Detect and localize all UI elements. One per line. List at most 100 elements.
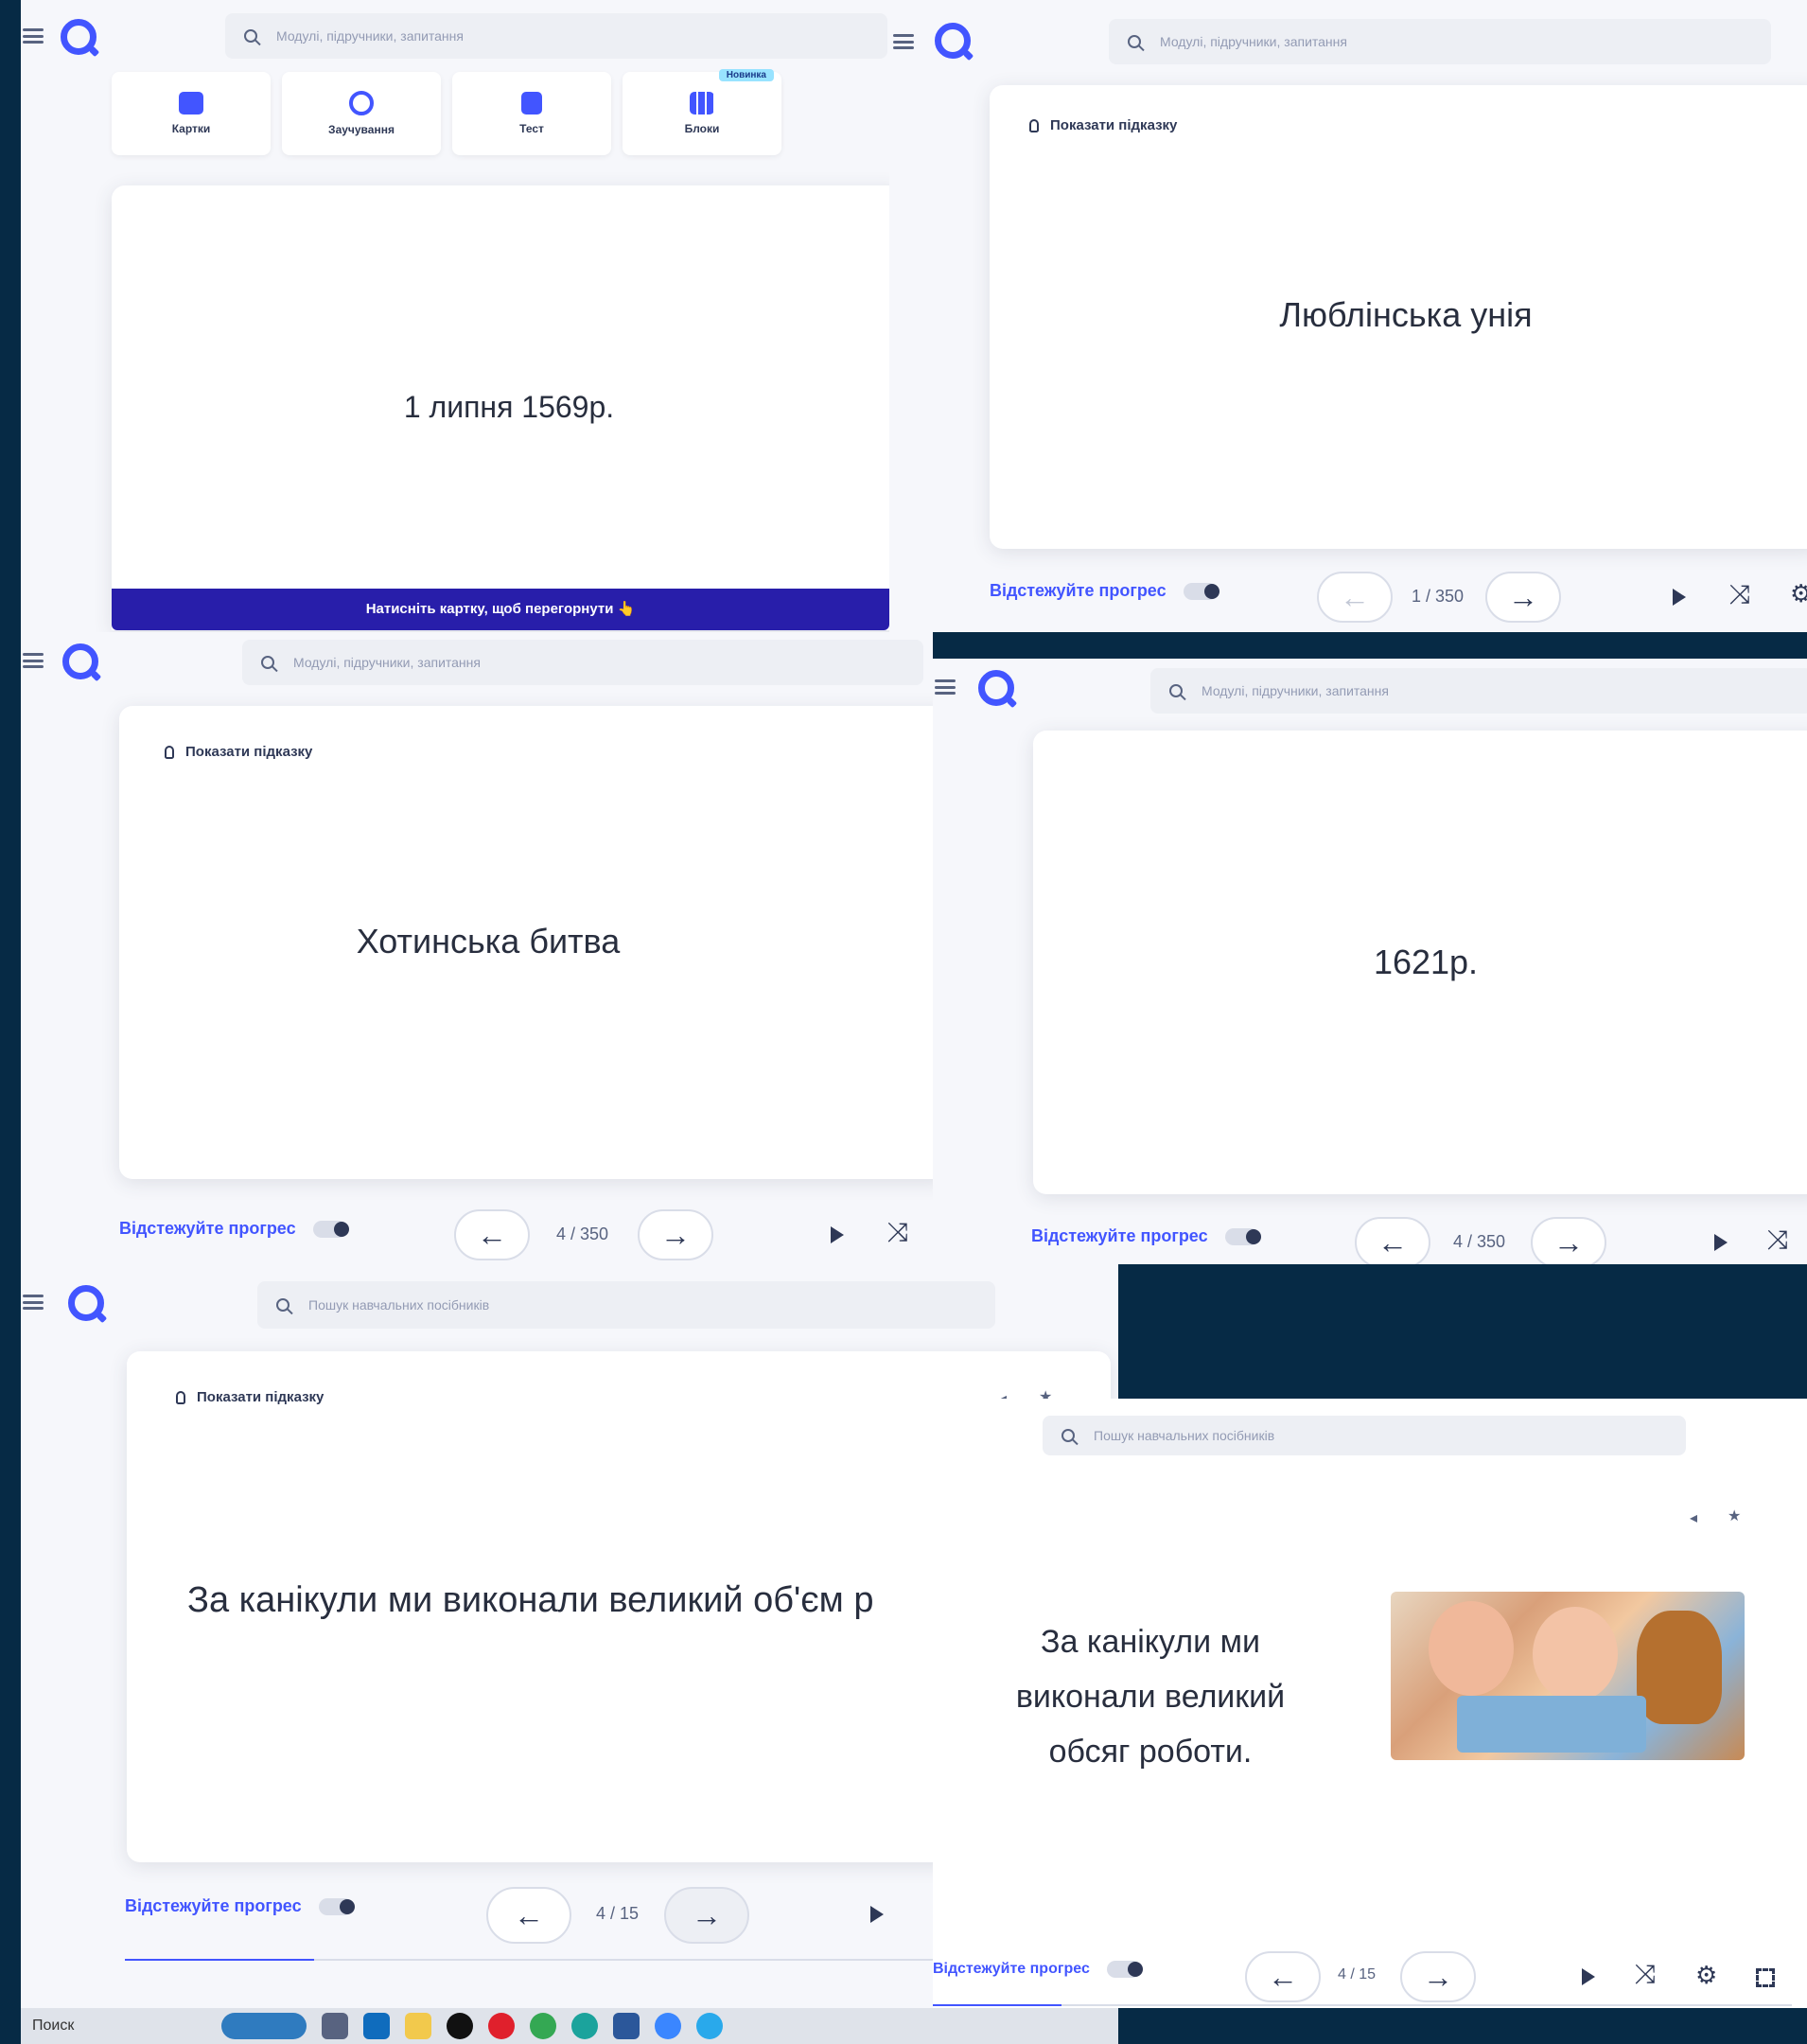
card-counter: 4 / 15 — [596, 1904, 640, 1923]
search-input[interactable] — [291, 654, 825, 671]
child-face-right — [1533, 1607, 1618, 1701]
outlook-icon[interactable] — [363, 2013, 390, 2039]
opera-icon[interactable] — [488, 2013, 515, 2039]
shuffle-icon[interactable]: ⤨ — [1635, 1959, 1656, 1990]
previous-button[interactable]: ← — [1317, 572, 1393, 623]
menu-icon[interactable] — [23, 1295, 44, 1310]
logo-icon[interactable] — [61, 19, 96, 55]
gear-icon[interactable]: ⚙ — [1790, 579, 1807, 608]
logo-icon[interactable] — [68, 1285, 104, 1321]
search-bar[interactable] — [1109, 19, 1771, 64]
logo-icon[interactable] — [935, 23, 971, 59]
search-bar[interactable] — [257, 1281, 995, 1329]
search-input[interactable] — [307, 1296, 886, 1313]
track-progress-label: Відстежуйте прогрес — [125, 1896, 302, 1915]
card-counter: 4 / 350 — [1453, 1232, 1506, 1251]
track-progress-toggle[interactable]: Відстежуйте прогрес — [1031, 1226, 1261, 1246]
shuffle-icon[interactable]: ⤨ — [887, 1217, 908, 1248]
card-term: 1 липня 1569р. — [403, 390, 615, 424]
fullscreen-icon[interactable] — [1756, 1968, 1775, 1987]
flashcard[interactable]: 1621р. — [1033, 731, 1807, 1194]
show-hint-button[interactable]: Показати підказку — [176, 1389, 324, 1405]
flashcard[interactable]: Показати підказку ◂ Люблінська унія — [990, 85, 1807, 549]
mode-flashcards[interactable]: Картки — [112, 72, 271, 155]
toggle-switch[interactable] — [312, 1220, 349, 1238]
card-term: 1621р. — [1373, 943, 1479, 981]
search-input[interactable] — [274, 27, 793, 44]
toggle-switch[interactable] — [1106, 1961, 1143, 1978]
flip-banner[interactable]: Натисніть картку, щоб перегорнути 👆 — [112, 589, 889, 630]
play-icon[interactable] — [831, 1226, 844, 1243]
file-explorer-icon[interactable] — [405, 2013, 431, 2039]
search-bar[interactable] — [1043, 1416, 1686, 1455]
taskbar-search[interactable]: Поиск — [21, 2018, 221, 2035]
task-view-icon[interactable] — [322, 2013, 348, 2039]
track-progress-toggle[interactable]: Відстежуйте прогрес — [125, 1896, 355, 1916]
flashcard[interactable]: ◂ 1 липня 1569р. — [112, 185, 889, 630]
book-figure — [1457, 1696, 1646, 1753]
word-icon[interactable] — [613, 2013, 640, 2039]
mode-learn[interactable]: Заучування — [282, 72, 441, 155]
menu-icon[interactable] — [893, 34, 914, 49]
app-icon[interactable] — [655, 2013, 681, 2039]
search-bar[interactable] — [242, 640, 923, 685]
panel-flashcard-4: 1621р. Відстежуйте прогрес ← 4 / 350 → ⤨ — [933, 659, 1807, 1264]
search-bar[interactable] — [1150, 668, 1807, 714]
previous-button[interactable]: ← — [1355, 1217, 1430, 1264]
card-term: За канікули ми виконали великий обсяг ро… — [1015, 1624, 1286, 1770]
play-icon[interactable] — [1714, 1234, 1728, 1251]
search-input[interactable] — [1200, 682, 1718, 699]
play-icon[interactable] — [1673, 589, 1686, 606]
logo-icon[interactable] — [978, 670, 1014, 706]
next-button[interactable]: → — [638, 1209, 713, 1260]
mode-test[interactable]: Тест — [452, 72, 611, 155]
next-button[interactable]: → — [1400, 1951, 1476, 2002]
widgets-icon[interactable] — [221, 2013, 307, 2039]
show-hint-button[interactable]: Показати підказку — [1029, 117, 1177, 133]
toggle-switch[interactable] — [1183, 582, 1219, 600]
search-input[interactable] — [1158, 33, 1676, 50]
flashcard[interactable]: ◂ ★ За канікули ми виконали великий обся… — [933, 1472, 1792, 1936]
track-progress-toggle[interactable]: Відстежуйте прогрес — [990, 581, 1219, 601]
play-icon[interactable] — [1582, 1968, 1595, 1985]
flashcard[interactable]: Показати підказку Хотинська битва — [119, 706, 933, 1179]
tiktok-icon[interactable] — [447, 2013, 473, 2039]
toggle-switch[interactable] — [1224, 1227, 1261, 1245]
previous-button[interactable]: ← — [454, 1209, 530, 1260]
study-controls: Відстежуйте прогрес ← 4 / 350 → ⤨ — [21, 1202, 933, 1264]
shuffle-icon[interactable]: ⤨ — [1729, 579, 1750, 610]
menu-icon[interactable] — [23, 653, 44, 668]
telegram-icon[interactable] — [696, 2013, 723, 2039]
study-controls: Відстежуйте прогрес ← 1 / 350 → ⤨ ⚙ — [889, 564, 1807, 630]
menu-icon[interactable] — [935, 679, 956, 695]
track-progress-toggle[interactable]: Відстежуйте прогрес — [933, 1961, 1143, 1978]
star-icon[interactable]: ★ — [1728, 1507, 1741, 1525]
sound-icon[interactable]: ◂ — [1690, 1508, 1697, 1527]
next-button[interactable]: → — [1531, 1217, 1606, 1264]
track-progress-label: Відстежуйте прогрес — [990, 581, 1167, 600]
toggle-switch[interactable] — [318, 1897, 355, 1915]
chrome-icon[interactable] — [530, 2013, 556, 2039]
edge-icon[interactable] — [571, 2013, 598, 2039]
search-input[interactable] — [1092, 1427, 1595, 1444]
next-button[interactable]: → — [1485, 572, 1561, 623]
shuffle-icon[interactable]: ⤨ — [1767, 1225, 1788, 1256]
play-icon[interactable] — [870, 1906, 884, 1923]
card-term: Люблінська унія — [1279, 295, 1533, 334]
menu-icon[interactable] — [23, 28, 44, 44]
show-hint-button[interactable]: Показати підказку — [165, 744, 312, 760]
panel-flashcard-2: Показати підказку ◂ Люблінська унія Відс… — [889, 0, 1807, 632]
mode-blocks[interactable]: Новинка Блоки — [623, 69, 781, 155]
hint-label: Показати підказку — [185, 744, 313, 760]
previous-button[interactable]: ← — [1245, 1951, 1321, 2002]
previous-button[interactable]: ← — [486, 1887, 571, 1944]
gear-icon[interactable]: ⚙ — [1695, 1961, 1717, 1990]
study-controls: Відстежуйте прогрес ← 4 / 15 → ⤨ ⚙ — [933, 1944, 1807, 2008]
track-progress-label: Відстежуйте прогрес — [1031, 1226, 1208, 1245]
next-button[interactable]: → — [664, 1887, 749, 1944]
search-icon — [244, 29, 257, 43]
track-progress-toggle[interactable]: Відстежуйте прогрес — [119, 1219, 349, 1239]
search-bar[interactable] — [225, 13, 887, 59]
logo-icon[interactable] — [62, 643, 98, 679]
flashcards-icon — [179, 92, 203, 115]
